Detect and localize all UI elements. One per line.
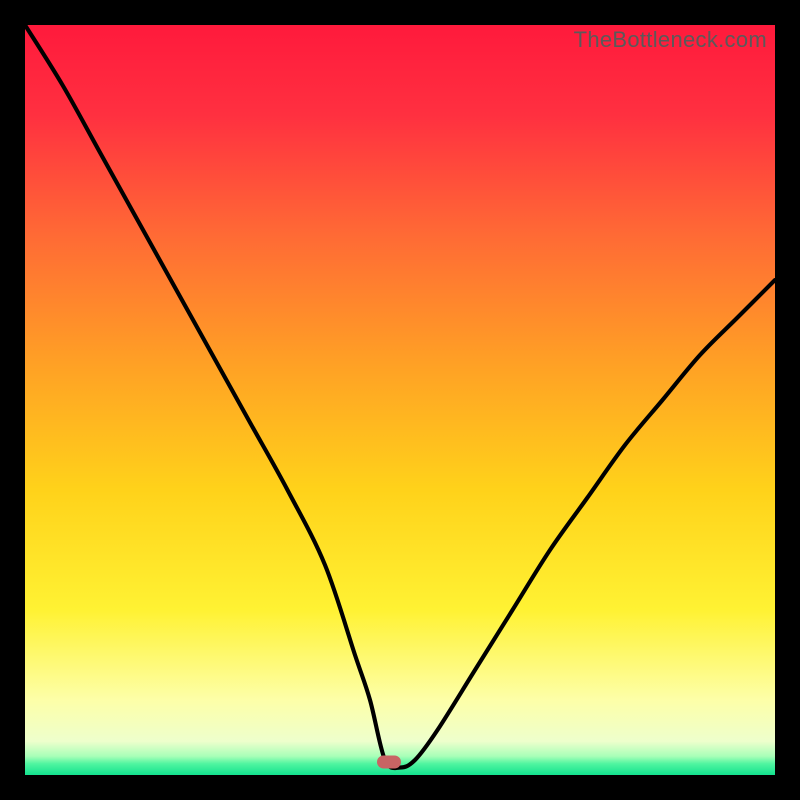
chart-frame: TheBottleneck.com — [0, 0, 800, 800]
bottleneck-curve — [25, 25, 775, 775]
plot-area: TheBottleneck.com — [25, 25, 775, 775]
watermark-text: TheBottleneck.com — [574, 27, 767, 53]
optimal-marker — [377, 756, 401, 769]
